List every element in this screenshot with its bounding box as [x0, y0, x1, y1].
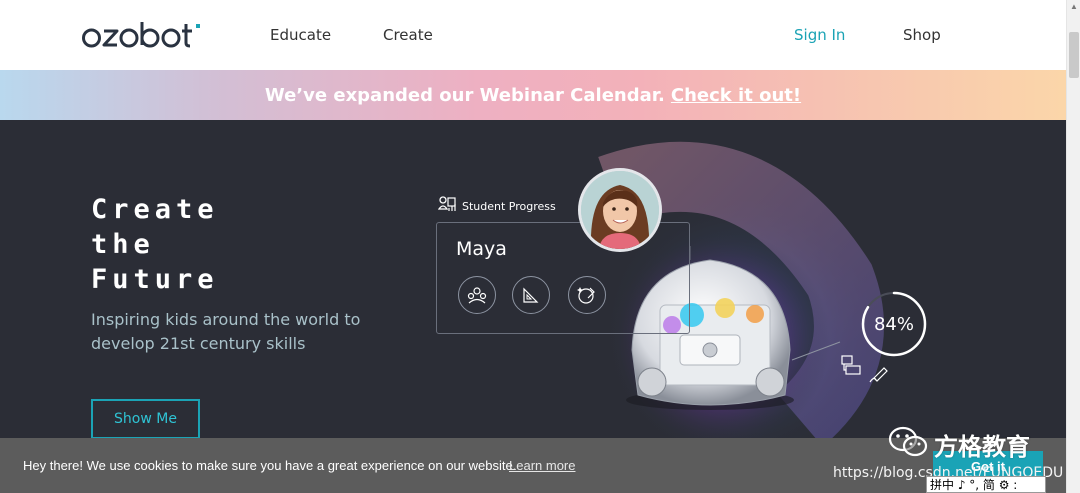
ozobot-logo[interactable] [82, 20, 204, 55]
creativity-icon [568, 276, 606, 314]
ime-toolbar[interactable]: 拼中 ♪ °, 简 ⚙ : [926, 476, 1046, 493]
watermark-brand-text: 方格教育 [934, 433, 1030, 461]
geometry-icon [512, 276, 550, 314]
cookie-message: Hey there! We use cookies to make sure y… [23, 458, 517, 473]
wechat-icon [888, 425, 928, 464]
banner-link[interactable]: Check it out! [671, 85, 801, 106]
nav-sign-in[interactable]: Sign In [794, 26, 845, 44]
hero-title-line: Create [91, 194, 219, 225]
nav-create[interactable]: Create [383, 26, 433, 44]
banner-text: We’ve expanded our Webinar Calendar. [264, 84, 665, 106]
hero-title-line: Future [91, 264, 219, 295]
student-progress-header: Student Progress [437, 196, 556, 217]
scroll-thumb[interactable] [1069, 32, 1079, 78]
student-name: Maya [456, 238, 507, 260]
hero-title-line: the [91, 229, 155, 260]
learn-more-link[interactable]: Learn more [509, 458, 575, 473]
show-me-button[interactable]: Show Me [91, 399, 200, 438]
nav-educate[interactable]: Educate [270, 26, 331, 44]
small-activity-icons [840, 354, 896, 389]
hero-title: Create the Future [91, 192, 291, 297]
watermark-brand: 方格教育 [888, 425, 1030, 464]
hero-subtitle: Inspiring kids around the world to devel… [91, 310, 361, 353]
scroll-up-arrow-icon[interactable]: ▲ [1067, 0, 1080, 14]
announcement-banner: We’ve expanded our Webinar Calendar. Che… [0, 70, 1066, 120]
hero-section: Create the Future Inspiring kids around … [0, 120, 1066, 438]
page-scrollbar[interactable]: ▲ [1066, 0, 1080, 493]
site-header: Educate Create Sign In Shop [0, 0, 1066, 70]
nav-shop[interactable]: Shop [903, 26, 941, 44]
student-progress-label: Student Progress [462, 200, 556, 213]
student-avatar [578, 168, 662, 252]
hero-illustration: Student Progress Maya 84% [420, 120, 980, 438]
teacher-icon [437, 196, 456, 217]
collaboration-icon [458, 276, 496, 314]
progress-percent: 84% [873, 314, 914, 335]
